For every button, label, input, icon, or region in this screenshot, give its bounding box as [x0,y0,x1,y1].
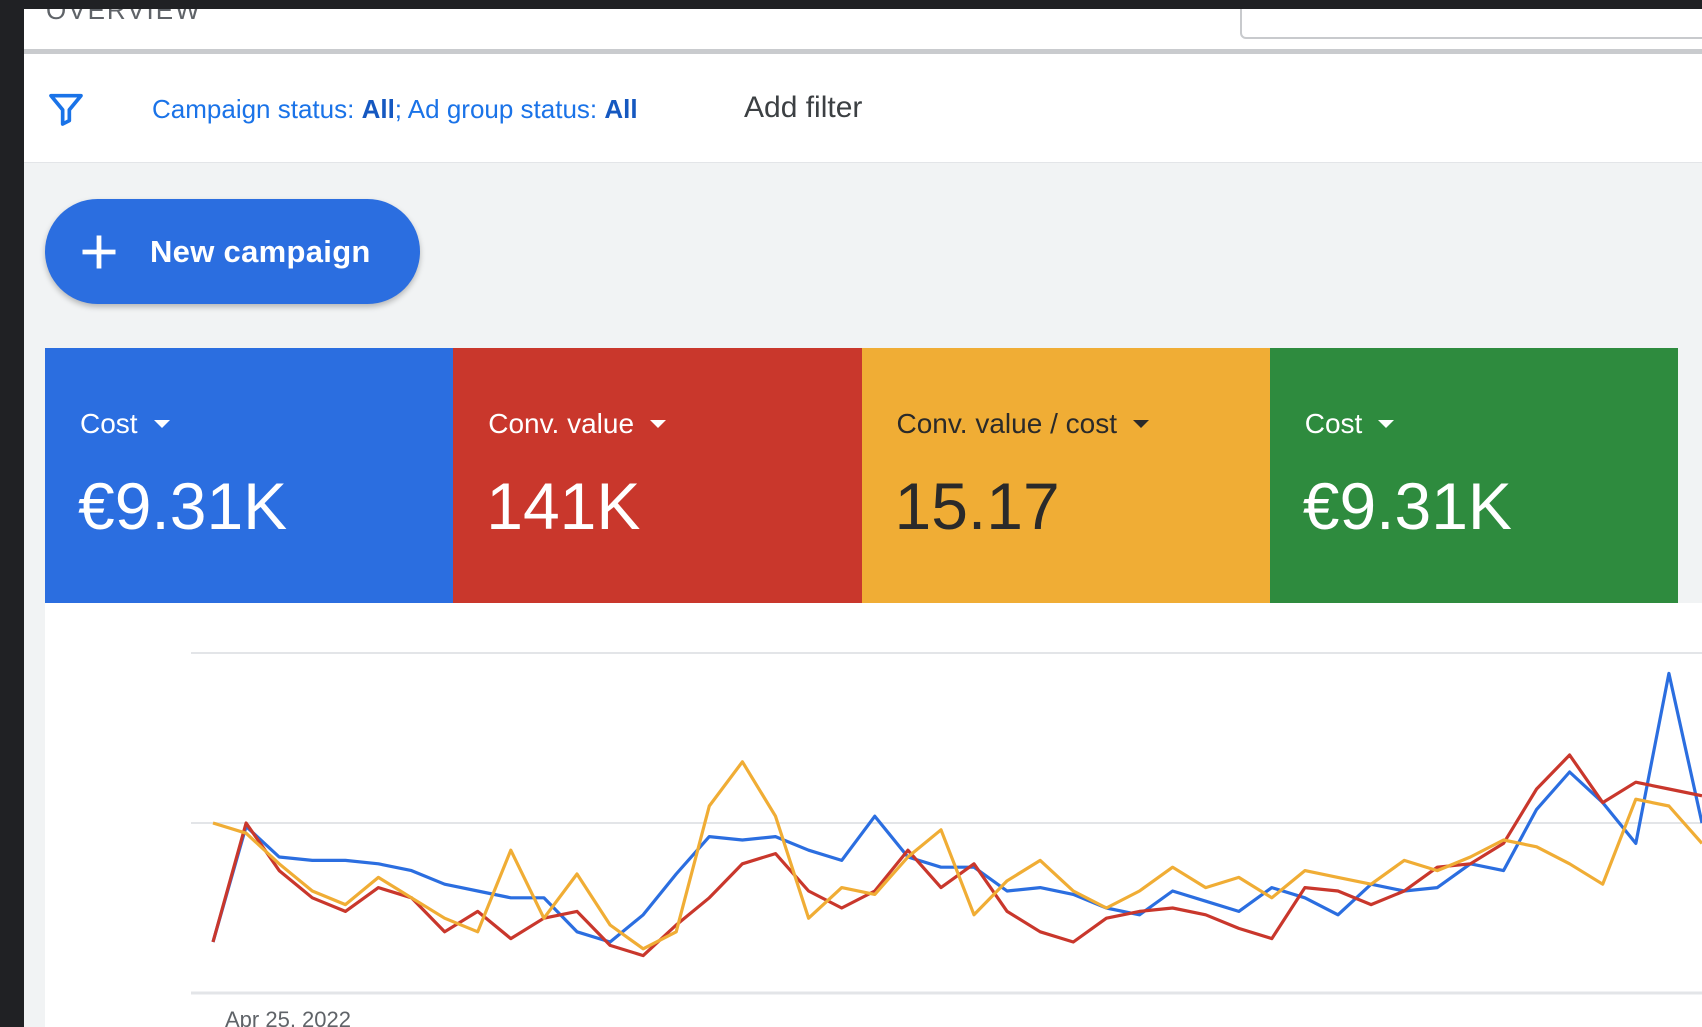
dropdown-caret-icon [1132,420,1149,428]
page-title: OVERVIEW [46,9,202,25]
campaign-status-prefix: Campaign status: [152,94,362,124]
new-campaign-label: New campaign [150,233,371,269]
new-campaign-button[interactable]: New campaign [45,199,420,304]
filter-bar: Campaign status: All; Ad group status: A… [24,54,1702,163]
series-line-2 [211,753,1702,958]
plus-icon [82,235,116,268]
line-chart [191,652,1702,995]
metric-selector[interactable]: Conv. value / cost [897,408,1149,440]
header-strip: OVERVIEW [24,9,1702,49]
scorecards: Cost €9.31K Conv. value 141K Conv. value… [45,348,1678,603]
dropdown-caret-icon [153,420,170,428]
scorecard-conv-value[interactable]: Conv. value 141K [453,348,862,603]
series-line-3 [212,760,1702,951]
ad-group-status-value: All [604,94,638,124]
metric-label: Conv. value / cost [896,408,1117,439]
add-filter-button[interactable]: Add filter [744,91,862,125]
metric-value: €9.31K [78,469,288,543]
search-box[interactable] [1240,9,1702,39]
scorecard-cost-secondary[interactable]: Cost €9.31K [1269,348,1678,603]
metric-value: 15.17 [894,469,1060,543]
metric-label: Cost [1304,408,1363,439]
metric-selector[interactable]: Conv. value [488,408,667,440]
metric-label: Conv. value [488,408,635,439]
scorecard-cost[interactable]: Cost €9.31K [45,348,454,603]
filter-summary[interactable]: Campaign status: All; Ad group status: A… [152,94,638,125]
dropdown-caret-icon [650,420,667,428]
ad-group-status-prefix: ; Ad group status: [394,94,605,124]
filter-icon[interactable] [46,89,86,129]
series-line-1 [211,671,1702,944]
ads-overview-frame: OVERVIEW Campaign status: All; Ad group … [24,9,1702,1027]
metric-selector[interactable]: Cost [80,408,170,440]
performance-chart: Apr 25, 2022 [45,603,1702,1027]
metric-value: €9.31K [1302,469,1512,543]
x-axis-start-label: Apr 25, 2022 [225,1007,351,1027]
metric-value: 141K [486,469,641,543]
dropdown-caret-icon [1378,420,1395,428]
campaign-status-value: All [361,94,395,124]
metric-selector[interactable]: Cost [1305,408,1395,440]
scorecard-conv-value-per-cost[interactable]: Conv. value / cost 15.17 [861,348,1270,603]
metric-label: Cost [80,408,138,439]
